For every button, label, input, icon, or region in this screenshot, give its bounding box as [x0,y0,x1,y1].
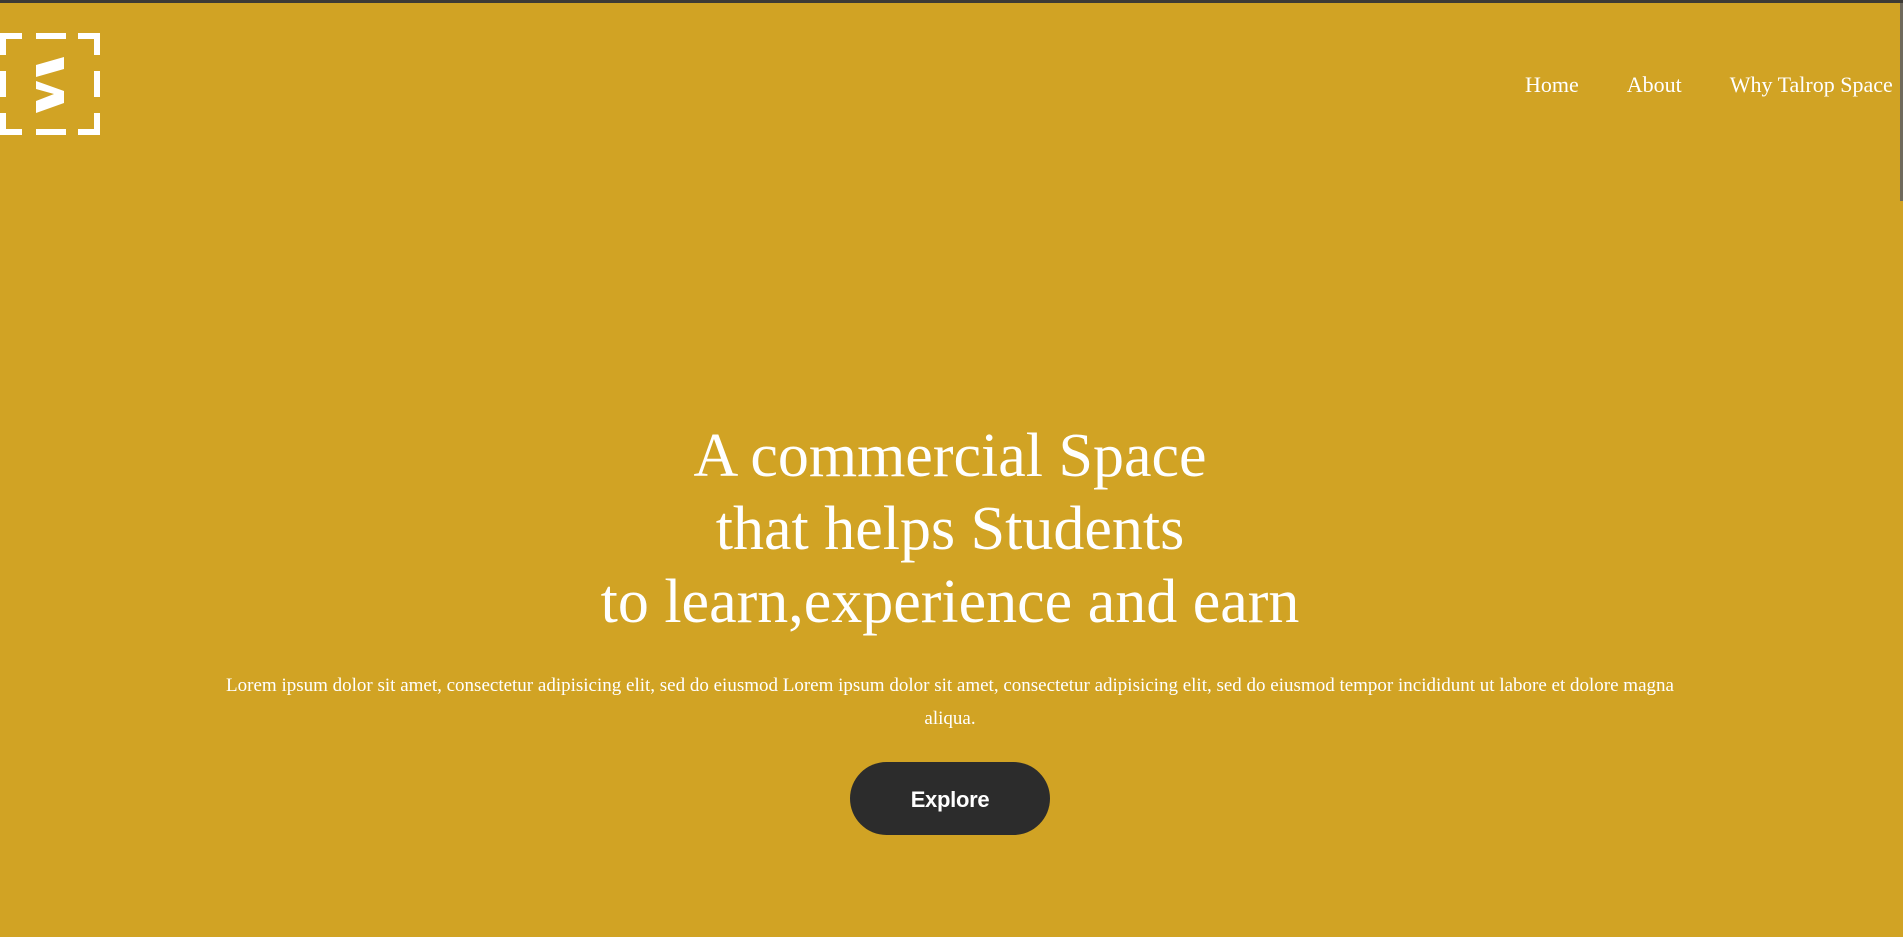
hero-description: Lorem ipsum dolor sit amet, consectetur … [226,675,1674,729]
hero-title-line: A commercial Space [693,422,1207,490]
hero-title: A commercial Space that helps Students t… [0,420,1900,639]
nav-home[interactable]: Home [1525,72,1579,98]
hero-section: A commercial Space that helps Students t… [0,420,1900,835]
landing-page: Home About Why Talrop Space A commercial… [0,0,1903,937]
main-nav: Home About Why Talrop Space [1525,72,1893,98]
nav-why-talrop-space[interactable]: Why Talrop Space [1730,72,1893,98]
hero-title-line: that helps Students [715,495,1185,563]
top-border [0,0,1903,3]
talrop-space-logo-icon[interactable] [0,33,100,135]
nav-about[interactable]: About [1627,72,1682,98]
hero-title-line: to learn,experience and earn [600,568,1300,636]
explore-button[interactable]: Explore [850,762,1050,835]
